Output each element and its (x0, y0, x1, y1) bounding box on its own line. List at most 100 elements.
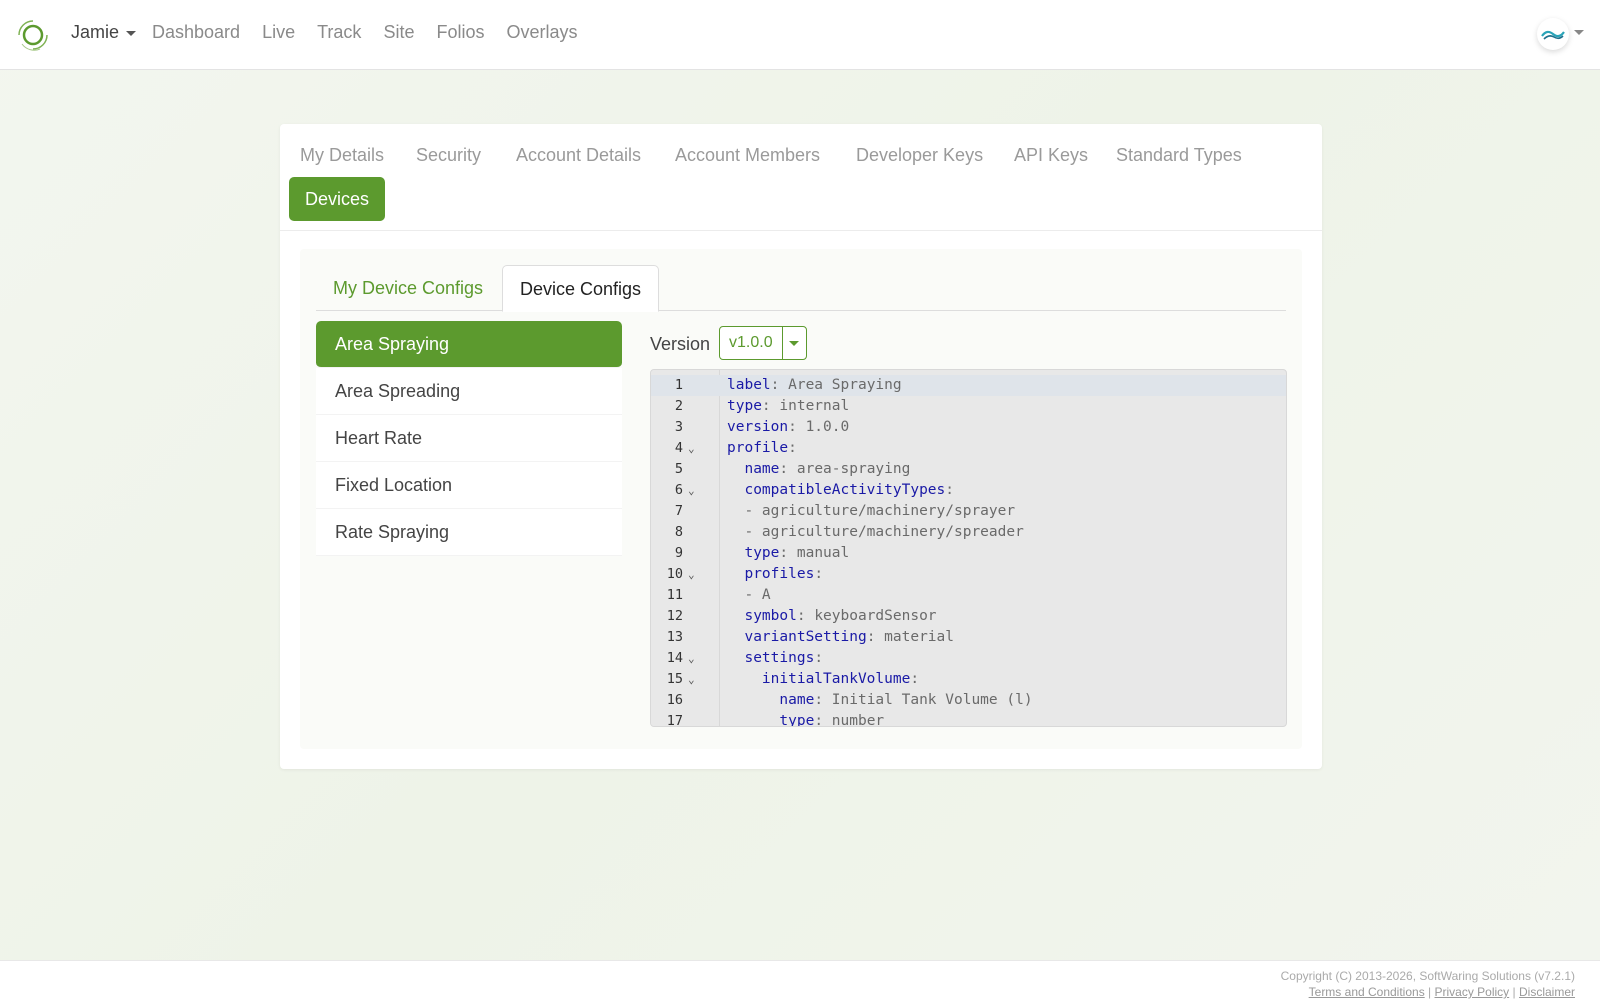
code-line[interactable]: 11 - A (651, 585, 1286, 606)
disclaimer-link[interactable]: Disclaimer (1519, 985, 1575, 999)
code-line[interactable]: 10 ⌄ profiles: (651, 564, 1286, 585)
code-text: compatibleActivityTypes: (727, 480, 954, 501)
list-item[interactable]: Area Spraying (316, 321, 622, 368)
tab-devices[interactable]: Devices (289, 177, 386, 221)
line-number: 8 (674, 524, 683, 540)
chevron-down-icon[interactable] (1574, 30, 1584, 35)
yaml-value: Area Spraying (779, 377, 902, 393)
yaml-key: compatibleActivityTypes (744, 482, 946, 498)
code-text: type: number (727, 711, 884, 726)
yaml-value: - A (744, 587, 771, 603)
nav-live[interactable]: Live (262, 22, 295, 43)
fold-chevron-icon[interactable]: ⌄ (688, 438, 695, 459)
fold-chevron-icon[interactable]: ⌄ (688, 648, 695, 669)
tab-my-device-configs[interactable]: My Device Configs (316, 265, 500, 311)
version-dropdown-toggle[interactable] (783, 327, 806, 359)
ring-logo-icon[interactable] (14, 16, 52, 54)
code-line[interactable]: 14 ⌄ settings: (651, 648, 1286, 669)
yaml-value: 1.0.0 (796, 419, 850, 435)
line-number: 2 (674, 398, 683, 414)
terms-link[interactable]: Terms and Conditions (1309, 985, 1425, 999)
code-line[interactable]: 2 type: internal (651, 396, 1286, 417)
tab-security[interactable]: Security (400, 133, 497, 177)
code-text: version: 1.0.0 (727, 419, 850, 435)
code-line[interactable]: 3 version: 1.0.0 (651, 417, 1286, 438)
nav-track[interactable]: Track (317, 22, 361, 43)
wave-avatar-icon (1541, 30, 1565, 40)
fold-chevron-icon[interactable]: ⌄ (688, 669, 695, 690)
code-line[interactable]: 15 ⌄ initialTankVolume: (651, 669, 1286, 690)
yaml-value: Initial Tank Volume (l) (823, 692, 1033, 708)
footer-links: Terms and Conditions | Privacy Policy | … (1309, 985, 1575, 999)
main-nav: Dashboard Live Track Site Folios Overlay… (152, 22, 600, 43)
device-config-tabs: My Device Configs Device Configs (316, 265, 1286, 312)
user-menu[interactable]: Jamie (71, 22, 137, 43)
yaml-value: - agriculture/machinery/spreader (744, 524, 1024, 540)
code-line[interactable]: 17 type: number (651, 711, 1286, 726)
tab-api-keys[interactable]: API Keys (998, 133, 1104, 177)
list-item[interactable]: Rate Spraying (316, 509, 622, 556)
code-line[interactable]: 13 variantSetting: material (651, 627, 1286, 648)
device-config-list: Area Spraying Area Spreading Heart Rate … (316, 321, 622, 556)
yaml-key: profile (727, 440, 789, 456)
nav-overlays[interactable]: Overlays (506, 22, 577, 43)
yaml-value: material (875, 629, 954, 645)
tab-device-configs[interactable]: Device Configs (502, 265, 660, 312)
yaml-key: symbol (744, 608, 797, 624)
fold-chevron-icon[interactable]: ⌄ (688, 480, 695, 501)
nav-dashboard[interactable]: Dashboard (152, 22, 240, 43)
top-navbar: Jamie Dashboard Live Track Site Folios O… (0, 0, 1600, 70)
yaml-value: manual (788, 545, 850, 561)
code-line[interactable]: 4 ⌄ profile: (651, 438, 1286, 459)
list-item[interactable]: Heart Rate (316, 415, 622, 462)
code-line[interactable]: 7 - agriculture/machinery/sprayer (651, 501, 1286, 522)
tab-account-details[interactable]: Account Details (500, 133, 657, 177)
code-line[interactable]: 16 name: Initial Tank Volume (l) (651, 690, 1286, 711)
code-text: type: manual (727, 543, 849, 564)
privacy-link[interactable]: Privacy Policy (1435, 985, 1510, 999)
version-value[interactable]: v1.0.0 (720, 327, 783, 359)
code-line[interactable]: 9 type: manual (651, 543, 1286, 564)
list-item[interactable]: Fixed Location (316, 462, 622, 509)
avatar[interactable] (1537, 18, 1569, 50)
tab-account-members[interactable]: Account Members (659, 133, 836, 177)
line-number: 11 (666, 587, 683, 603)
yaml-key: version (727, 419, 789, 435)
code-line[interactable]: 8 - agriculture/machinery/spreader (651, 522, 1286, 543)
nav-folios[interactable]: Folios (436, 22, 484, 43)
code-text: profile: (727, 440, 797, 456)
yaml-code-editor[interactable]: 1 label: Area Spraying 2 type: internal 3 ver… (650, 369, 1287, 727)
footer-separator: | (1424, 985, 1435, 999)
yaml-key: label (727, 377, 771, 393)
line-number: 7 (674, 503, 683, 519)
user-name: Jamie (71, 22, 120, 42)
tab-standard-types[interactable]: Standard Types (1100, 133, 1258, 177)
nav-site[interactable]: Site (383, 22, 414, 43)
code-line[interactable]: 6 ⌄ compatibleActivityTypes: (651, 480, 1286, 501)
version-label: Version (650, 334, 711, 354)
list-item[interactable]: Area Spreading (316, 368, 622, 415)
code-text: initialTankVolume: (727, 669, 919, 690)
copyright-text: Copyright (C) 2013-2026, SoftWaring Solu… (1280, 969, 1575, 983)
code-line[interactable]: 1 label: Area Spraying (651, 375, 1286, 396)
tab-my-details[interactable]: My Details (284, 133, 400, 177)
code-line[interactable]: 5 name: area-spraying (651, 459, 1286, 480)
code-text: name: Initial Tank Volume (l) (727, 690, 1033, 711)
code-text: name: area-spraying (727, 459, 910, 480)
footer-separator: | (1509, 985, 1519, 999)
devices-panel: My Device Configs Device Configs Area Sp… (300, 249, 1302, 749)
version-select[interactable]: v1.0.0 (719, 326, 807, 360)
yaml-key: type (744, 545, 780, 561)
tab-developer-keys[interactable]: Developer Keys (840, 133, 999, 177)
yaml-value: - agriculture/machinery/sprayer (744, 503, 1016, 519)
yaml-value: internal (770, 398, 850, 414)
code-line[interactable]: 12 symbol: keyboardSensor (651, 606, 1286, 627)
fold-chevron-icon[interactable]: ⌄ (688, 564, 695, 585)
line-number: 5 (674, 461, 683, 477)
